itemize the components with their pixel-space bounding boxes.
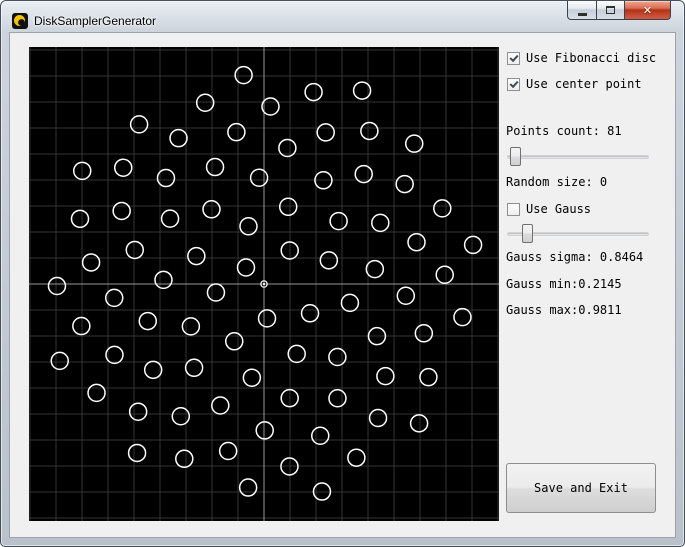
gauss-sigma-label: Gauss sigma: 0.8464: [506, 250, 644, 264]
use-fibonacci-checkbox[interactable]: [507, 51, 520, 65]
app-window: DiskSamplerGenerator ✕ Use Fibonacci dis…: [0, 0, 685, 547]
app-icon[interactable]: [12, 13, 28, 29]
use-center-point-checkbox[interactable]: [507, 77, 520, 91]
disk-preview-canvas: [29, 47, 499, 521]
use-center-point-label: Use center point: [526, 77, 642, 91]
window-title: DiskSamplerGenerator: [34, 14, 157, 28]
use-gauss-row[interactable]: Use Gauss: [507, 202, 591, 216]
maximize-button[interactable]: [596, 1, 625, 20]
gauss-slider-thumb[interactable]: [522, 224, 533, 243]
use-center-point-row[interactable]: Use center point: [507, 77, 642, 91]
points-count-slider-track[interactable]: [507, 155, 649, 159]
use-gauss-checkbox[interactable]: [507, 202, 520, 216]
gauss-min-label: Gauss min:0.2145: [506, 277, 622, 291]
minimize-button[interactable]: [567, 1, 597, 20]
minimize-icon: [577, 12, 587, 16]
gauss-slider[interactable]: [507, 223, 649, 244]
maximize-icon: [606, 6, 615, 14]
random-size-label: Random size: 0: [506, 175, 608, 189]
save-and-exit-button[interactable]: Save and Exit: [506, 463, 656, 513]
close-button[interactable]: ✕: [624, 1, 671, 20]
points-count-slider[interactable]: [507, 146, 649, 167]
close-icon: ✕: [642, 3, 653, 17]
points-count-slider-thumb[interactable]: [510, 147, 521, 166]
points-count-label: Points count: 81: [506, 124, 622, 138]
use-fibonacci-label: Use Fibonacci disc: [526, 51, 657, 65]
disk-canvas-svg: [29, 47, 499, 521]
use-gauss-label: Use Gauss: [526, 202, 592, 216]
gauss-max-label: Gauss max:0.9811: [506, 303, 622, 317]
use-fibonacci-row[interactable]: Use Fibonacci disc: [507, 51, 656, 65]
window-controls: ✕: [567, 1, 671, 20]
